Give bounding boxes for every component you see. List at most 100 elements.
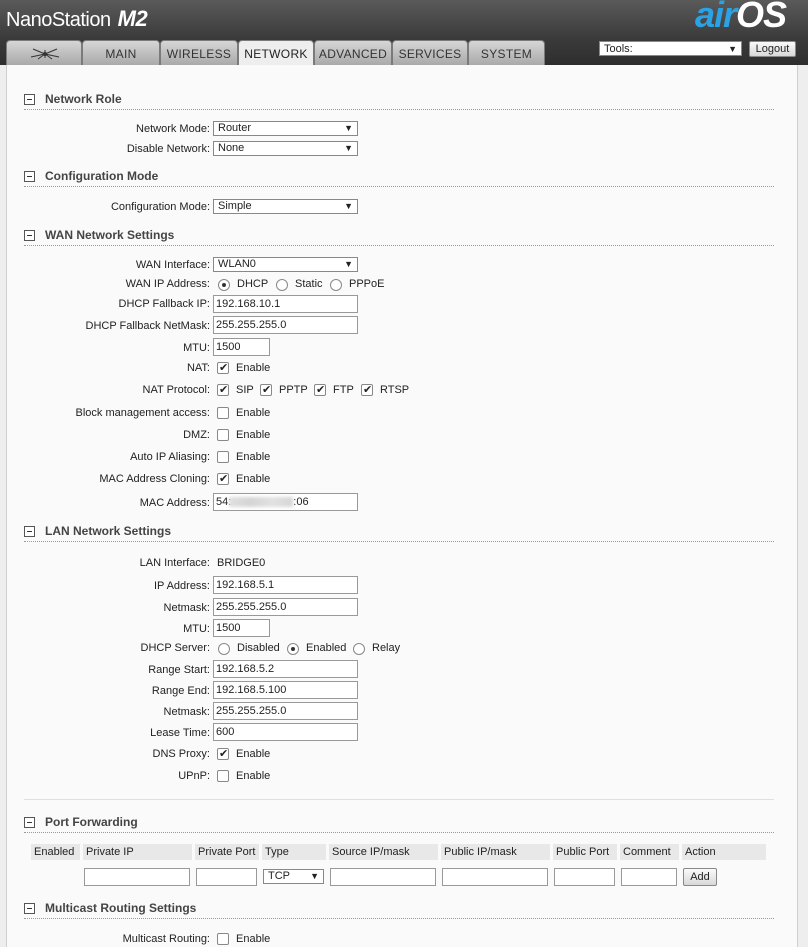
section-wan[interactable]: WAN Network Settings [24, 227, 774, 246]
radio-dhcp-relay-label: Relay [372, 642, 401, 654]
tab-services[interactable]: SERVICES [392, 40, 468, 65]
tab-main[interactable]: MAIN [82, 40, 160, 65]
range-start-input[interactable]: 192.168.5.2 [213, 660, 358, 678]
radio-dhcp-relay[interactable] [353, 643, 365, 655]
tab-advanced[interactable]: ADVANCED [314, 40, 392, 65]
fallback-mask-input[interactable]: 255.255.255.0 [213, 316, 358, 334]
section-lan[interactable]: LAN Network Settings [24, 523, 774, 542]
block-mgmt-enable-label: Enable [236, 407, 271, 419]
sip-checkbox[interactable] [217, 383, 229, 396]
upnp-checkbox[interactable] [217, 770, 229, 782]
airos-logo: airOS [694, 0, 787, 35]
range-end-label: Range End: [151, 685, 210, 697]
radio-dhcp[interactable] [218, 279, 230, 291]
column-action: Action [682, 844, 766, 860]
dmz-checkbox[interactable] [217, 429, 229, 441]
radio-dhcp-enabled-label: Enabled [306, 642, 347, 654]
multicast-routing-label: Multicast Routing: [122, 933, 210, 945]
section-port-forwarding[interactable]: Port Forwarding [24, 814, 774, 833]
wan-ip-label: WAN IP Address: [125, 278, 210, 290]
dhcp-netmask-label: Netmask: [163, 706, 210, 718]
ftp-checkbox[interactable] [314, 383, 326, 396]
collapse-icon[interactable] [24, 230, 35, 241]
configuration-mode-select[interactable]: Simple ▼ [213, 199, 358, 214]
add-button[interactable]: Add [683, 868, 717, 886]
public-ip-input[interactable] [442, 868, 548, 886]
wan-interface-label: WAN Interface: [135, 259, 210, 271]
fallback-ip-label: DHCP Fallback IP: [118, 298, 211, 310]
lease-time-input[interactable]: 600 [213, 723, 358, 741]
network-mode-select[interactable]: Router ▼ [213, 121, 358, 136]
lan-netmask-label: Netmask: [163, 602, 210, 614]
dhcp-netmask-input[interactable]: 255.255.255.0 [213, 702, 358, 720]
chevron-down-icon: ▼ [344, 259, 353, 269]
private-ip-input[interactable] [84, 868, 190, 886]
configuration-mode-label: Configuration Mode: [110, 201, 210, 213]
chevron-down-icon: ▼ [344, 201, 353, 211]
auto-ip-checkbox[interactable] [217, 451, 229, 463]
chevron-down-icon: ▼ [344, 143, 353, 153]
tab-wireless[interactable]: WIRELESS [160, 40, 238, 65]
dns-proxy-checkbox[interactable] [217, 747, 229, 760]
model-name: M2 [117, 6, 148, 31]
dns-proxy-label: DNS Proxy: [152, 748, 210, 760]
pptp-label: PPTP [279, 384, 308, 396]
collapse-icon[interactable] [24, 94, 35, 105]
wan-interface-select[interactable]: WLAN0 ▼ [213, 257, 358, 272]
pptp-checkbox[interactable] [260, 383, 272, 396]
section-title: LAN Network Settings [45, 524, 172, 538]
radio-dhcp-disabled-label: Disabled [237, 642, 280, 654]
wan-mtu-label: MTU: [183, 342, 210, 354]
column-private-port: Private Port [195, 844, 259, 860]
nat-enable-label: Enable [236, 362, 271, 374]
nat-protocol-label: NAT Protocol: [142, 384, 210, 396]
tab-system[interactable]: SYSTEM [468, 40, 545, 65]
lan-netmask-input[interactable]: 255.255.255.0 [213, 598, 358, 616]
collapse-icon[interactable] [24, 817, 35, 828]
nat-checkbox[interactable] [217, 361, 229, 374]
fallback-mask-label: DHCP Fallback NetMask: [85, 320, 211, 332]
radio-dhcp-label: DHCP [237, 278, 269, 290]
chevron-down-icon: ▼ [728, 44, 737, 54]
lan-mtu-input[interactable]: 1500 [213, 619, 270, 637]
tools-select[interactable]: Tools: ▼ [599, 41, 742, 56]
comment-input[interactable] [621, 868, 677, 886]
ftp-label: FTP [333, 384, 354, 396]
radio-pppoe[interactable] [330, 279, 342, 291]
radio-dhcp-disabled[interactable] [218, 643, 230, 655]
rtsp-checkbox[interactable] [361, 383, 373, 396]
lan-ip-label: IP Address: [153, 580, 210, 592]
section-configuration-mode[interactable]: Configuration Mode [24, 168, 774, 187]
radio-static[interactable] [276, 279, 288, 291]
section-network-role[interactable]: Network Role [24, 91, 774, 110]
section-multicast[interactable]: Multicast Routing Settings [24, 900, 774, 919]
fallback-ip-input[interactable]: 192.168.10.1 [213, 295, 358, 313]
ubiquiti-logo-icon [30, 48, 60, 60]
radio-dhcp-enabled[interactable] [287, 643, 299, 655]
lan-mtu-label: MTU: [183, 623, 210, 635]
mac-clone-checkbox[interactable] [217, 472, 229, 485]
lease-time-label: Lease Time: [150, 727, 210, 739]
tab-network[interactable]: NETWORK [238, 40, 314, 66]
disable-network-select[interactable]: None ▼ [213, 141, 358, 156]
lan-interface-label: LAN Interface: [139, 557, 210, 569]
public-port-input[interactable] [554, 868, 615, 886]
block-mgmt-checkbox[interactable] [217, 407, 229, 419]
column-type: Type [262, 844, 326, 860]
collapse-icon[interactable] [24, 903, 35, 914]
type-select[interactable]: TCP ▼ [263, 869, 324, 884]
network-mode-label: Network Mode: [136, 123, 210, 135]
tab-logo[interactable] [6, 40, 82, 65]
collapse-icon[interactable] [24, 526, 35, 537]
section-title: Port Forwarding [45, 815, 138, 829]
source-ip-input[interactable] [330, 868, 436, 886]
lan-ip-input[interactable]: 192.168.5.1 [213, 576, 358, 594]
private-port-input[interactable] [196, 868, 257, 886]
range-end-input[interactable]: 192.168.5.100 [213, 681, 358, 699]
collapse-icon[interactable] [24, 171, 35, 182]
multicast-routing-checkbox[interactable] [217, 933, 229, 945]
wan-mtu-input[interactable]: 1500 [213, 338, 270, 356]
divider [24, 799, 774, 800]
range-start-label: Range Start: [148, 664, 210, 676]
logout-button[interactable]: Logout [749, 41, 796, 57]
